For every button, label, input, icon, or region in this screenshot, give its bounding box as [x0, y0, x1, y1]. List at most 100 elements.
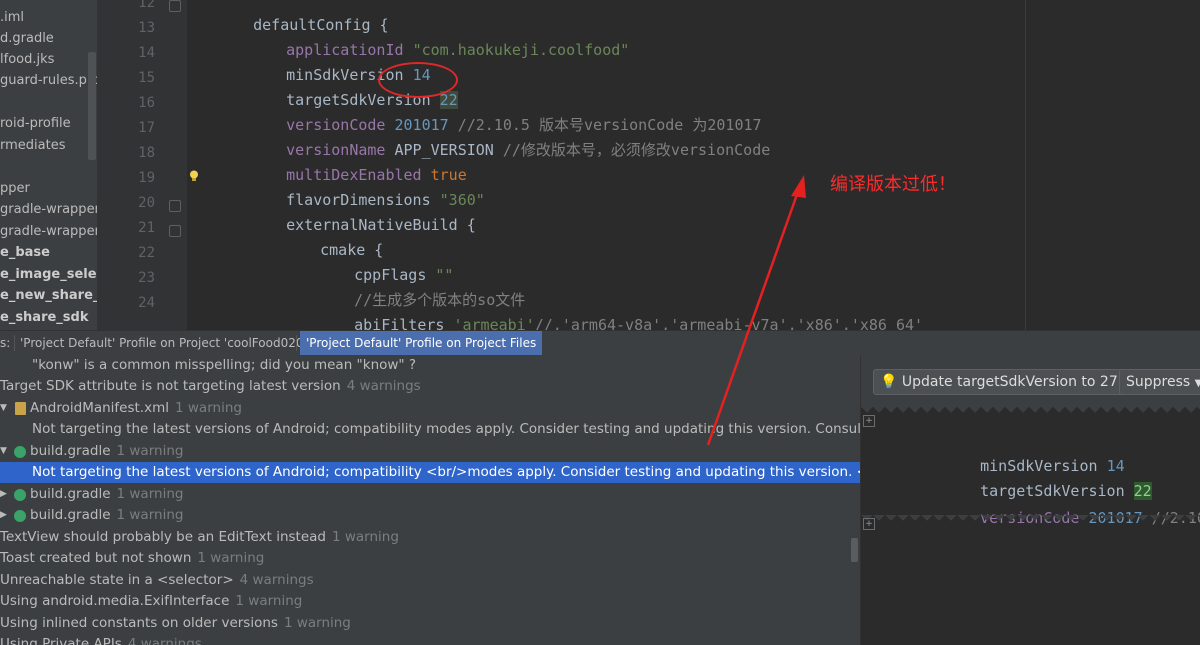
collapse-arrow-icon[interactable]: ▶: [0, 484, 7, 505]
line-number: 16: [138, 95, 155, 111]
warning-count: 1 warning: [283, 615, 351, 631]
expand-arrow-icon[interactable]: ▼: [0, 398, 7, 419]
inspection-message: Not targeting the latest versions of And…: [32, 421, 860, 437]
inspection-group-label: TextView should probably be an EditText …: [0, 529, 326, 545]
code-editor[interactable]: 12 13 14 15 16 17 18 19 20 21 22 23 24 defaultConfig…: [97, 0, 1200, 330]
tree-item[interactable]: gradle-wrapper.j: [0, 200, 97, 220]
inspection-text: "konw" is a common misspelling; did you …: [32, 357, 417, 373]
line-number: 23: [138, 270, 155, 286]
lightbulb-icon[interactable]: [189, 170, 199, 182]
inspection-results-list: "konw" is a common misspelling; did you …: [0, 355, 860, 645]
warning-count: 1 warning: [116, 507, 184, 523]
suppress-label: Suppress: [1126, 374, 1191, 390]
code-string: "com.haokukeji.coolfood": [412, 41, 630, 59]
tree-item[interactable]: e_base: [0, 243, 50, 263]
tree-item[interactable]: d.gradle: [0, 29, 54, 49]
warning-count: 1 warning: [116, 443, 184, 459]
tree-item[interactable]: e_share_sdk: [0, 308, 89, 328]
fold-marker-icon[interactable]: [169, 200, 181, 212]
suppress-button[interactable]: Suppress ▼: [1119, 369, 1200, 395]
lightbulb-icon: 💡: [880, 374, 898, 390]
tree-scrollbar[interactable]: [88, 52, 96, 160]
tab-profile-project-files[interactable]: 'Project Default' Profile on Project Fil…: [300, 331, 543, 355]
update-target-sdk-label: Update targetSdkVersion to 27: [901, 374, 1118, 390]
tree-item[interactable]: e_image_selecto: [0, 265, 97, 285]
file-node-androidmanifest[interactable]: ▼ AndroidManifest.xml 1 warning: [0, 398, 860, 419]
inspection-group-label: Using android.media.ExifInterface: [0, 593, 230, 609]
annotation-ellipse: [378, 62, 458, 98]
tab-divider: [296, 335, 297, 351]
chevron-down-icon: ▼: [1195, 378, 1200, 389]
tree-item[interactable]: lfood.jks: [0, 50, 54, 70]
list-scrollbar[interactable]: [851, 538, 858, 562]
tree-item[interactable]: guard-rules.pro: [0, 71, 97, 91]
expand-arrow-icon[interactable]: ▼: [0, 441, 7, 462]
inspection-group[interactable]: TextView should probably be an EditText …: [0, 527, 860, 548]
file-node-build-gradle[interactable]: ▶ build.gradle 1 warning: [0, 484, 860, 505]
code-line-23: //生成多个版本的so文件: [318, 270, 525, 309]
inspection-group[interactable]: Using Private APIs 4 warnings: [0, 634, 860, 645]
list-item[interactable]: Not targeting the latest versions of And…: [0, 419, 860, 440]
code-comment: //修改版本号，必须修改versionCode: [493, 141, 771, 159]
inspection-group[interactable]: Unreachable state in a <selector> 4 warni…: [0, 570, 860, 591]
warning-count: 1 warning: [331, 529, 399, 545]
warning-count: 1 warning: [235, 593, 303, 609]
line-number: 18: [138, 145, 155, 161]
line-number: 14: [138, 45, 155, 61]
expand-plus-icon[interactable]: +: [863, 518, 875, 530]
line-number: 21: [138, 220, 155, 236]
fold-marker-icon[interactable]: [169, 225, 181, 237]
annotation-label: 编译版本过低！: [830, 174, 956, 195]
expand-plus-icon[interactable]: +: [863, 415, 875, 427]
code-line-17: versionName APP_VERSION //修改版本号，必须修改vers…: [250, 120, 770, 159]
file-node-build-gradle[interactable]: ▼ build.gradle 1 warning: [0, 441, 860, 462]
code-line-20: externalNativeBuild {: [250, 195, 476, 234]
fold-separator: [861, 407, 1200, 417]
inspection-group-label: Target SDK attribute is not targeting la…: [0, 378, 341, 394]
update-target-sdk-button[interactable]: 💡 Update targetSdkVersion to 27: [873, 369, 1125, 395]
line-number: 24: [138, 295, 155, 311]
code-property: abiFilters: [354, 316, 454, 330]
code-line-13: applicationId "com.haokukeji.coolfood": [250, 20, 629, 59]
preview-toolbar: 💡 Update targetSdkVersion to 27 Suppress…: [861, 355, 1200, 407]
tree-item[interactable]: e_new_share_sd: [0, 286, 97, 306]
code-line-21: cmake {: [284, 220, 383, 259]
file-name: build.gradle: [30, 443, 111, 459]
list-item[interactable]: "konw" is a common misspelling; did you …: [0, 355, 860, 376]
line-number: 12: [138, 0, 155, 11]
line-number: 22: [138, 245, 155, 261]
line-number: 20: [138, 195, 155, 211]
fold-marker-icon[interactable]: [169, 0, 181, 12]
inspection-group[interactable]: Using android.media.ExifInterface 1 warni…: [0, 591, 860, 612]
code-line-19: flavorDimensions "360": [250, 170, 485, 209]
tree-item[interactable]: rmediates: [0, 136, 65, 156]
tree-item[interactable]: gradle-wrapper.p: [0, 222, 97, 242]
tab-profile-project-coolfood[interactable]: 'Project Default' Profile on Project 'co…: [20, 331, 314, 355]
code-line-12: defaultConfig {: [217, 0, 388, 34]
inspection-preview-panel: 💡 Update targetSdkVersion to 27 Suppress…: [860, 355, 1200, 645]
inspection-tab-bar: s: 'Project Default' Profile on Project …: [0, 330, 1200, 356]
inspection-group[interactable]: Using inlined constants on older version…: [0, 613, 860, 634]
warning-count: 4 warnings: [239, 572, 314, 588]
selected-list-item[interactable]: Not targeting the latest versions of And…: [0, 462, 860, 483]
inspection-group-label: Using Private APIs: [0, 636, 122, 645]
collapse-arrow-icon[interactable]: ▶: [0, 505, 7, 526]
warning-count: 1 warning: [197, 550, 265, 566]
inspection-group[interactable]: Target SDK attribute is not targeting la…: [0, 376, 860, 397]
warning-count: 4 warnings: [346, 378, 421, 394]
tree-item[interactable]: pper: [0, 179, 30, 199]
inspection-group-label: Toast created but not shown: [0, 550, 192, 566]
inspection-group[interactable]: Toast created but not shown 1 warning: [0, 548, 860, 569]
inspection-message: Not targeting the latest versions of And…: [32, 464, 860, 480]
tab-overflow[interactable]: s:: [0, 331, 10, 355]
file-name: build.gradle: [30, 486, 111, 502]
warning-count: 1 warning: [175, 400, 242, 416]
tree-item[interactable]: .iml: [0, 8, 24, 28]
file-node-build-gradle[interactable]: ▶ build.gradle 1 warning: [0, 505, 860, 526]
tree-item[interactable]: roid-profile: [0, 114, 71, 134]
manifest-file-icon: [15, 402, 26, 415]
code-string: 'armeabi': [453, 316, 535, 330]
gradle-file-icon: [14, 446, 26, 458]
warning-count: 1 warning: [116, 486, 184, 502]
code-line-18: multiDexEnabled true: [250, 145, 467, 184]
